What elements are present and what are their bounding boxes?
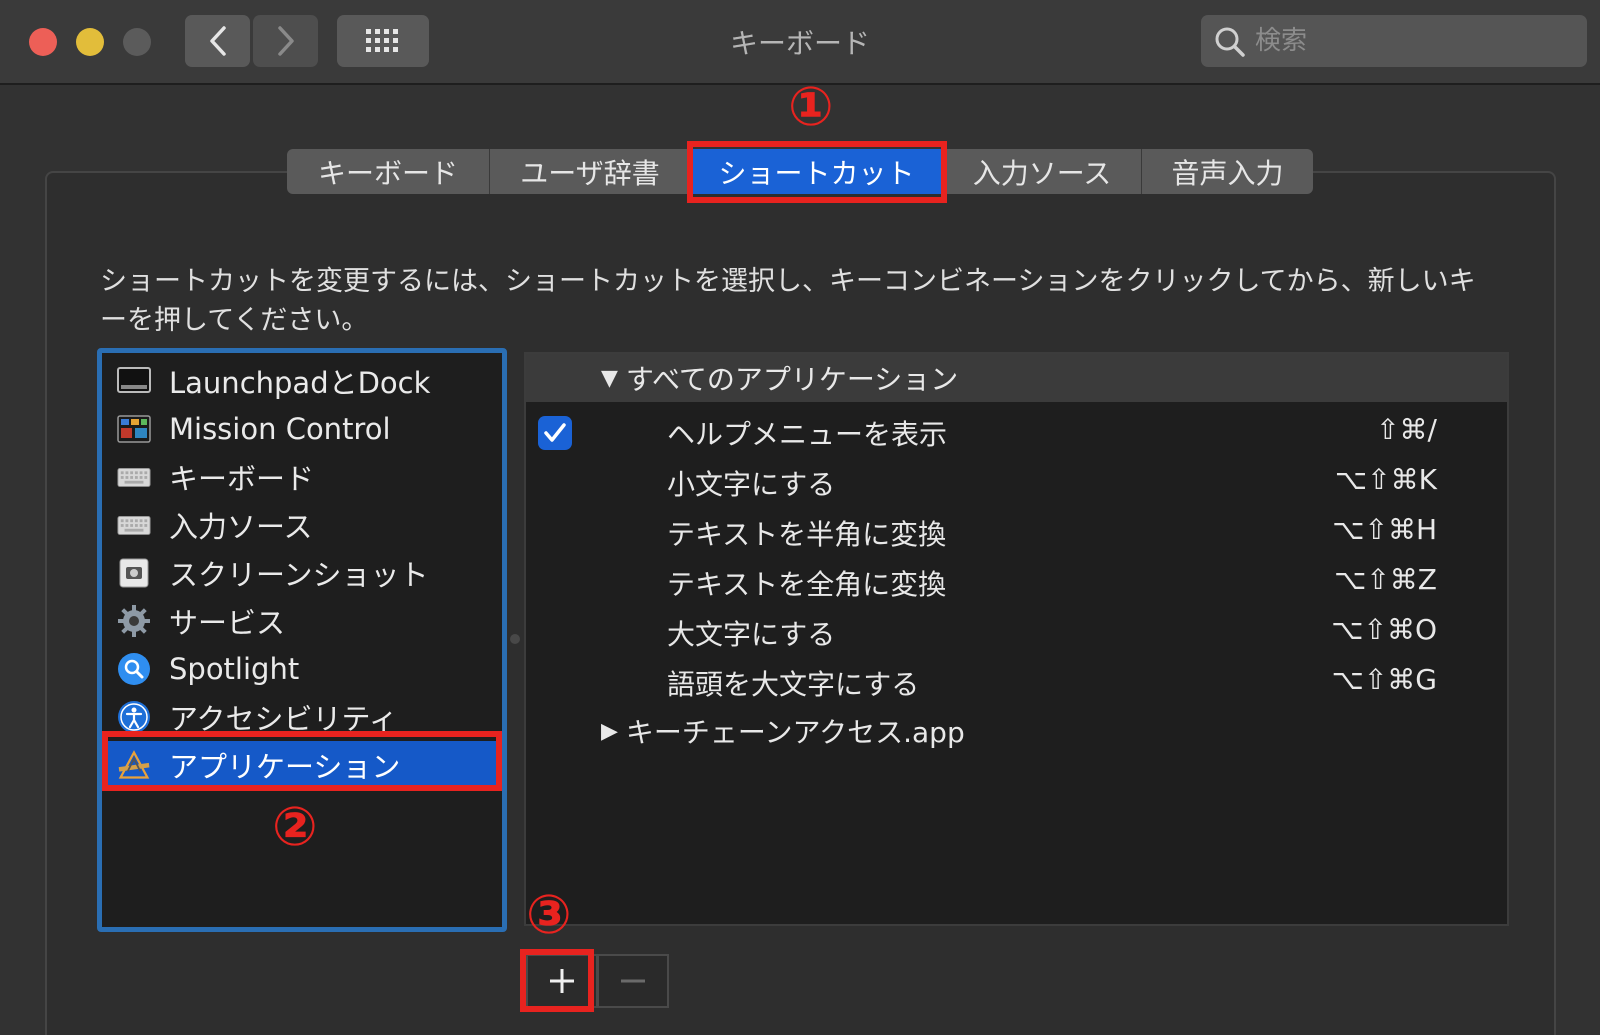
group-keychain-access[interactable]: ▶ キーチェーンアクセス.app [601, 706, 965, 756]
annotation-number-1: ① [788, 75, 834, 138]
category-label: 入力ソース [169, 510, 313, 544]
shortcut-row[interactable]: 小文字にする ⌥⇧⌘K [526, 456, 1507, 506]
launchpad-dock-icon [117, 364, 151, 398]
search-icon [1215, 27, 1245, 57]
shortcut-label: テキストを半角に変換 [667, 518, 947, 551]
splitter-handle[interactable] [510, 634, 520, 644]
shortcut-label: 大文字にする [667, 618, 836, 651]
tab-keyboard[interactable]: キーボード [287, 149, 490, 194]
spotlight-icon [117, 652, 151, 686]
category-label: Spotlight [169, 652, 300, 686]
group-label: キーチェーンアクセス.app [625, 716, 965, 749]
annotation-highlight-applications [102, 731, 502, 791]
mission-control-icon [117, 412, 151, 446]
screenshot-icon [117, 556, 151, 590]
shortcut-label: ヘルプメニューを表示 [667, 418, 948, 451]
annotation-number-3: ③ [526, 883, 572, 946]
shortcut-row[interactable]: 大文字にする ⌥⇧⌘O [526, 606, 1507, 656]
disclosure-down-icon[interactable]: ▼ [601, 366, 618, 391]
shortcut-label: 語頭を大文字にする [667, 668, 920, 701]
tab-input-sources[interactable]: 入力ソース [943, 149, 1142, 194]
annotation-number-2: ② [272, 795, 318, 858]
shortcut-label: 小文字にする [667, 468, 836, 501]
shortcut-row[interactable]: 語頭を大文字にする ⌥⇧⌘G [526, 656, 1507, 706]
tab-dictation[interactable]: 音声入力 [1142, 149, 1313, 194]
category-label: スクリーンショット [169, 558, 429, 592]
category-mission-control[interactable]: Mission Control [102, 405, 502, 453]
shortcut-keys[interactable]: ⌥⇧⌘K [1335, 463, 1437, 496]
category-spotlight[interactable]: Spotlight [102, 645, 502, 693]
shortcut-row[interactable]: テキストを半角に変換 ⌥⇧⌘H [526, 506, 1507, 556]
title-bar: キーボード [0, 0, 1600, 85]
category-keyboard[interactable]: キーボード [102, 453, 502, 501]
shortcut-enabled-checkbox[interactable] [538, 416, 572, 450]
category-screenshots[interactable]: スクリーンショット [102, 549, 502, 597]
shortcut-list[interactable]: ▼ すべてのアプリケーション ヘルプメニューを表示 ⇧⌘/ 小文字にする ⌥⇧⌘… [524, 352, 1509, 926]
tab-user-dictionary[interactable]: ユーザ辞書 [490, 149, 691, 194]
annotation-highlight-add-button [520, 949, 594, 1012]
minus-icon [621, 979, 645, 983]
shortcut-keys[interactable]: ⌥⇧⌘H [1332, 513, 1437, 546]
input-source-icon [117, 508, 151, 542]
gear-icon [117, 604, 151, 638]
category-input-sources[interactable]: 入力ソース [102, 501, 502, 549]
category-label: Mission Control [169, 412, 391, 446]
disclosure-right-icon[interactable]: ▶ [601, 719, 618, 744]
annotation-highlight-shortcuts-tab [687, 141, 947, 203]
category-services[interactable]: サービス [102, 597, 502, 645]
shortcut-keys[interactable]: ⇧⌘/ [1376, 413, 1437, 446]
remove-shortcut-button[interactable] [597, 954, 669, 1008]
keyboard-icon [117, 460, 151, 494]
search-input[interactable] [1255, 23, 1575, 59]
instruction-text: ショートカットを変更するには、ショートカットを選択し、キーコンビネーションをクリ… [100, 266, 1476, 336]
shortcut-keys[interactable]: ⌥⇧⌘O [1331, 613, 1437, 646]
category-label: LaunchpadとDock [169, 366, 431, 400]
shortcut-label: テキストを全角に変換 [667, 568, 947, 601]
checkmark-icon [544, 423, 566, 442]
accessibility-icon [117, 700, 151, 734]
shortcut-keys[interactable]: ⌥⇧⌘G [1332, 663, 1437, 696]
shortcut-row[interactable]: テキストを全角に変換 ⌥⇧⌘Z [526, 556, 1507, 606]
group-all-applications[interactable]: ▼ すべてのアプリケーション [526, 354, 1507, 402]
shortcut-row[interactable]: ヘルプメニューを表示 ⇧⌘/ [526, 406, 1507, 456]
category-label: サービス [169, 606, 286, 640]
search-field[interactable] [1201, 15, 1587, 67]
category-label: キーボード [169, 462, 315, 496]
shortcut-keys[interactable]: ⌥⇧⌘Z [1334, 563, 1437, 596]
category-launchpad-dock[interactable]: LaunchpadとDock [102, 357, 502, 405]
group-label: すべてのアプリケーション [625, 363, 959, 396]
